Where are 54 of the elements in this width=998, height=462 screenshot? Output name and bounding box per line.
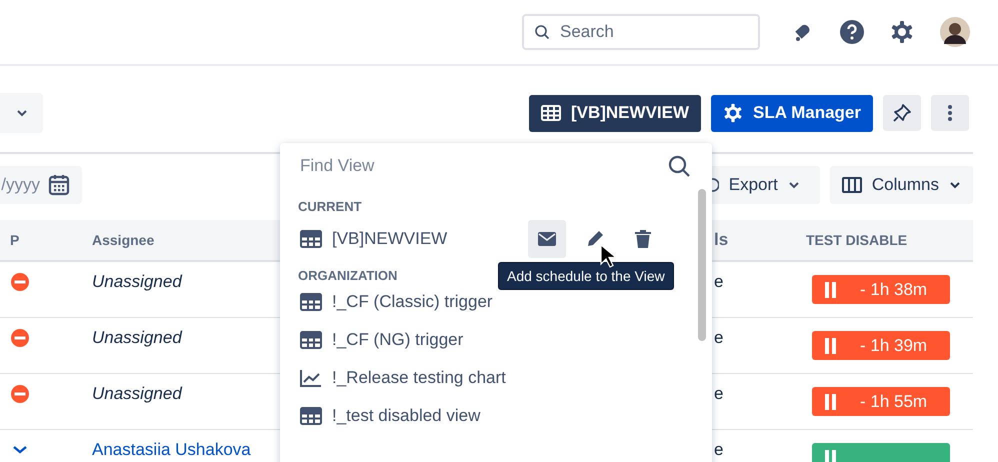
table-icon [300,405,322,427]
view-name[interactable]: !_test disabled view [332,406,480,426]
assignee-link[interactable]: Anastasiia Ushakova [92,440,251,459]
column-header[interactable]: Assignee [82,232,282,248]
search-field[interactable]: Search [522,14,760,50]
tooltip: Add schedule to the View [498,262,674,290]
table-cell: Unassigned [92,328,182,347]
sla-badge: - 1h 55m [812,387,950,416]
table-icon [540,103,561,123]
view-name[interactable]: !_Release testing chart [332,368,506,388]
priority-blocker-icon [10,384,30,404]
search-icon [668,155,690,177]
more-button[interactable] [931,95,969,131]
column-header[interactable]: P [0,232,82,248]
table-icon [300,329,322,351]
table-icon [300,291,322,313]
table-cell: e [714,440,724,459]
trash-icon [633,229,653,249]
chart-icon [300,367,322,389]
envelope-icon [537,229,557,249]
section-heading: ORGANIZATION [298,268,398,283]
avatar-icon[interactable] [940,17,970,47]
section-heading: CURRENT [298,199,362,214]
priority-blocker-icon [10,272,30,292]
view-name[interactable]: [VB]NEWVIEW [332,229,448,249]
column-header[interactable]: TEST DISABLE [806,232,973,248]
help-icon[interactable] [840,20,864,44]
table-cell: e [714,272,724,291]
sla-badge: - 1h 39m [812,331,950,360]
table-cell: Unassigned [92,384,182,403]
cursor-icon [600,244,616,268]
view-button[interactable]: [VB]NEWVIEW [528,94,701,132]
schedule-button[interactable] [528,220,566,258]
calendar-icon [48,174,70,196]
search-icon [534,24,550,40]
pin-icon [892,103,912,123]
more-icon [948,105,952,121]
sla-manager-button[interactable]: SLA Manager [710,94,873,132]
table-cell: e [714,328,724,347]
settings-icon[interactable] [890,20,914,44]
priority-blocker-icon [10,328,30,348]
columns-icon [842,175,862,195]
view-name[interactable]: !_CF (NG) trigger [332,330,464,350]
pin-button[interactable] [883,95,921,131]
table-cell: e [714,384,724,403]
columns-button[interactable]: Columns [830,166,973,204]
sla-badge: - 1h 38m [812,275,950,304]
gear-icon [722,103,743,123]
table-icon [300,228,322,250]
pencil-icon [585,229,605,249]
table-cell: Unassigned [92,272,182,291]
view-name[interactable]: !_CF (Classic) trigger [332,292,493,312]
column-header[interactable]: ls [714,230,806,250]
scrollbar[interactable] [698,189,706,341]
